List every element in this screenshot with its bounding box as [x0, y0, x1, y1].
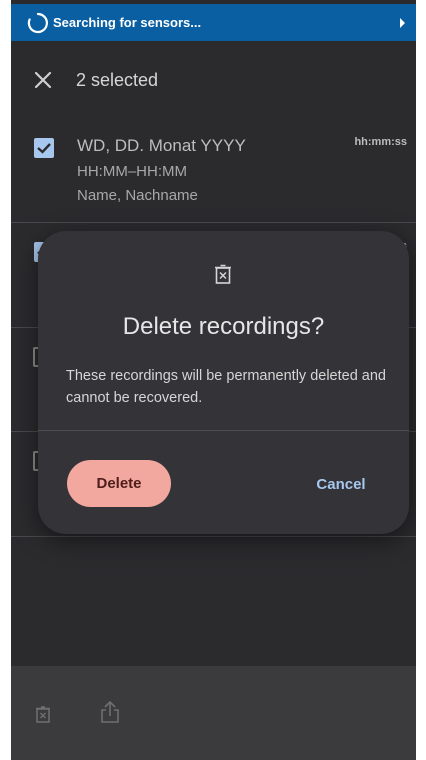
recording-date: WD, DD. Monat YYYY — [77, 136, 246, 155]
dialog-message: These recordings will be permanently del… — [66, 368, 386, 406]
recording-duration: hh:mm:ss — [354, 136, 407, 148]
recording-person-name: Name, Nachname — [77, 187, 198, 204]
chevron-right-icon[interactable] — [400, 17, 405, 28]
loading-spinner-icon — [27, 12, 48, 33]
close-icon[interactable] — [30, 67, 56, 93]
bottom-action-bar — [11, 666, 416, 760]
share-icon[interactable] — [100, 700, 120, 724]
dialog-title: Delete recordings? — [122, 313, 325, 340]
delete-confirmation-dialog: Delete recordings? These recordings will… — [38, 231, 409, 534]
cancel-button[interactable]: Cancel — [296, 464, 386, 504]
selection-app-bar: 2 selected — [11, 41, 416, 119]
checkbox-checked[interactable] — [34, 138, 54, 158]
delete-icon[interactable] — [36, 706, 50, 723]
dialog-divider — [38, 430, 409, 431]
app-screen: Searching for sensors... 2 selected WD, … — [11, 0, 416, 760]
sensor-status-bar[interactable]: Searching for sensors... — [11, 4, 416, 41]
recording-list-item[interactable]: WD, DD. Monat YYYY HH:MM–HH:MM Name, Nac… — [11, 119, 416, 223]
recording-time-range: HH:MM–HH:MM — [77, 163, 187, 180]
status-text: Searching for sensors... — [53, 15, 202, 30]
delete-button[interactable]: Delete — [67, 460, 171, 507]
selection-count-title: 2 selected — [76, 69, 159, 90]
delete-icon — [215, 264, 231, 284]
